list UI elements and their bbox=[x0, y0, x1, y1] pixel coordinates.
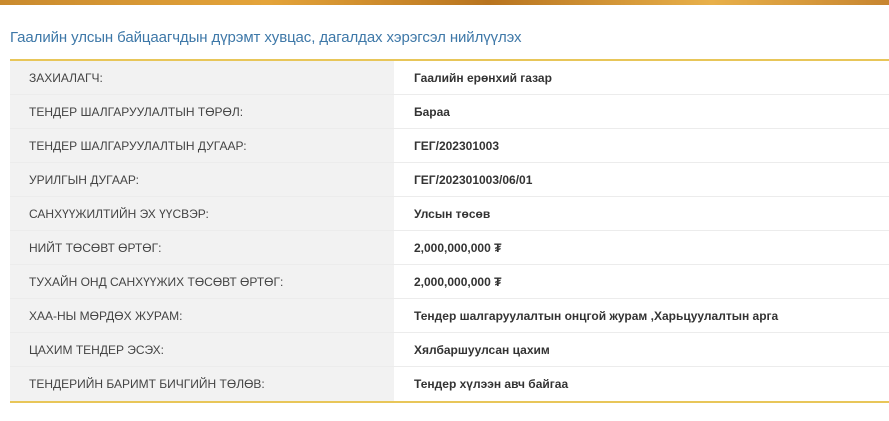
details-row-tender-type: ТЕНДЕР ШАЛГАРУУЛАЛТЫН ТӨРӨЛ: Бараа bbox=[10, 95, 889, 129]
details-row-e-tender: ЦАХИМ ТЕНДЕР ЭСЭХ: Хялбаршуулсан цахим bbox=[10, 333, 889, 367]
details-value: Тендер шалгаруулалтын онцгой журам ,Харь… bbox=[394, 299, 889, 332]
details-value: ГЕГ/202301003 bbox=[394, 129, 889, 162]
details-label: ТУХАЙН ОНД САНХҮҮЖИХ ТӨСӨВТ ӨРТӨГ: bbox=[10, 265, 394, 298]
details-row-tender-number: ТЕНДЕР ШАЛГАРУУЛАЛТЫН ДУГААР: ГЕГ/202301… bbox=[10, 129, 889, 163]
details-value: 2,000,000,000 ₮ bbox=[394, 231, 889, 264]
details-label: НИЙТ ТӨСӨВТ ӨРТӨГ: bbox=[10, 231, 394, 264]
tender-details-table: ЗАХИАЛАГЧ: Гаалийн ерөнхий газар ТЕНДЕР … bbox=[10, 59, 889, 403]
details-label: САНХҮҮЖИЛТИЙН ЭХ ҮҮСВЭР: bbox=[10, 197, 394, 230]
details-label: ТЕНДЕР ШАЛГАРУУЛАЛТЫН ТӨРӨЛ: bbox=[10, 95, 394, 128]
details-label: ТЕНДЕР ШАЛГАРУУЛАЛТЫН ДУГААР: bbox=[10, 129, 394, 162]
details-row-invitation-number: УРИЛГЫН ДУГААР: ГЕГ/202301003/06/01 bbox=[10, 163, 889, 197]
details-value: Бараа bbox=[394, 95, 889, 128]
details-value: ГЕГ/202301003/06/01 bbox=[394, 163, 889, 196]
details-label: ЦАХИМ ТЕНДЕР ЭСЭХ: bbox=[10, 333, 394, 366]
details-value: Хялбаршуулсан цахим bbox=[394, 333, 889, 366]
details-row-document-status: ТЕНДЕРИЙН БАРИМТ БИЧГИЙН ТӨЛӨВ: Тендер х… bbox=[10, 367, 889, 401]
details-label: ХАА-НЫ МӨРДӨХ ЖУРАМ: bbox=[10, 299, 394, 332]
details-row-funding-source: САНХҮҮЖИЛТИЙН ЭХ ҮҮСВЭР: Улсын төсөв bbox=[10, 197, 889, 231]
details-label: УРИЛГЫН ДУГААР: bbox=[10, 163, 394, 196]
details-value: Гаалийн ерөнхий газар bbox=[394, 61, 889, 94]
details-value: 2,000,000,000 ₮ bbox=[394, 265, 889, 298]
details-label: ЗАХИАЛАГЧ: bbox=[10, 61, 394, 94]
details-value: Улсын төсөв bbox=[394, 197, 889, 230]
details-value: Тендер хүлээн авч байгаа bbox=[394, 367, 889, 401]
details-row-procedure: ХАА-НЫ МӨРДӨХ ЖУРАМ: Тендер шалгаруулалт… bbox=[10, 299, 889, 333]
details-row-customer: ЗАХИАЛАГЧ: Гаалийн ерөнхий газар bbox=[10, 61, 889, 95]
page-title: Гаалийн улсын байцаагчдын дүрэмт хувцас,… bbox=[10, 29, 522, 46]
details-row-annual-budget: ТУХАЙН ОНД САНХҮҮЖИХ ТӨСӨВТ ӨРТӨГ: 2,000… bbox=[10, 265, 889, 299]
header-banner bbox=[0, 0, 889, 5]
details-row-total-budget: НИЙТ ТӨСӨВТ ӨРТӨГ: 2,000,000,000 ₮ bbox=[10, 231, 889, 265]
details-label: ТЕНДЕРИЙН БАРИМТ БИЧГИЙН ТӨЛӨВ: bbox=[10, 367, 394, 401]
